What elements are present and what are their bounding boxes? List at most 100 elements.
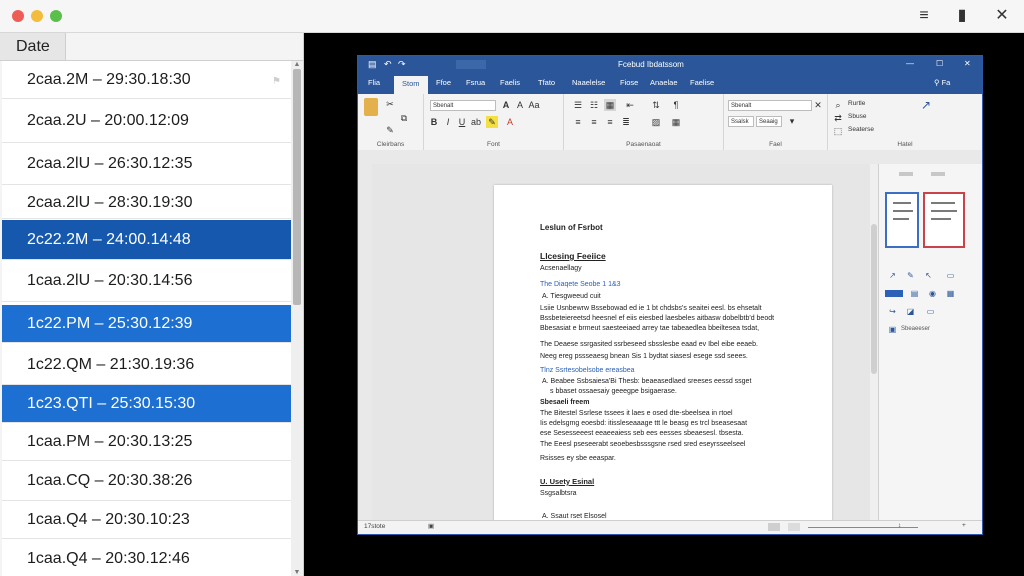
close-icon[interactable]: ✕ xyxy=(991,6,1013,26)
list-item[interactable]: 2caa.2U – 20:00.12:09 xyxy=(2,99,291,143)
bold-icon[interactable]: B xyxy=(428,116,440,128)
date-column-header[interactable]: Date xyxy=(0,33,66,61)
layout-icon[interactable]: ▦ xyxy=(945,288,956,299)
list-scroll-thumb[interactable] xyxy=(293,69,301,305)
minimize-icon[interactable]: — xyxy=(906,59,914,68)
justify-icon[interactable]: ≣ xyxy=(620,116,632,128)
list-item-selected[interactable]: 2c22.2M – 24:00.14:48 xyxy=(2,220,291,260)
text-box-icon[interactable]: ▭ xyxy=(925,306,936,317)
select-label[interactable]: Seaterse xyxy=(848,126,874,133)
list-item[interactable]: 2caa.2lU – 26:30.12:35 xyxy=(2,143,291,185)
font-name-field[interactable]: Sbenalt xyxy=(430,100,496,111)
replace-icon[interactable]: ⇄ xyxy=(832,112,844,124)
replace-label[interactable]: Sbuse xyxy=(848,113,866,120)
list-item[interactable]: 1caa.PM – 20:30.13:25 xyxy=(2,423,291,461)
tab-help[interactable]: Faelise xyxy=(690,78,714,87)
dictate-icon[interactable]: ↗ xyxy=(920,99,932,111)
zoom-slider[interactable] xyxy=(808,527,918,528)
show-marks-icon[interactable]: ¶ xyxy=(670,99,682,111)
draw-icon[interactable]: ↗ xyxy=(887,270,898,281)
list-item[interactable]: 1caa.CQ – 20:30.38:26 xyxy=(2,461,291,501)
style-field[interactable]: Sbenalt xyxy=(728,100,812,111)
tab-references[interactable]: Tfato xyxy=(538,78,555,87)
style-normal-button[interactable]: Ssalsk xyxy=(728,116,754,127)
pane-tab[interactable] xyxy=(899,172,913,176)
tab-review[interactable]: Fiose xyxy=(620,78,638,87)
quick-access-toolbar[interactable] xyxy=(456,60,486,69)
zoom-in-icon[interactable]: + xyxy=(962,522,966,529)
bullets-icon[interactable]: ☰ xyxy=(572,99,584,111)
list-item[interactable]: 1caa.Q4 – 20:30.10:23 xyxy=(2,501,291,539)
highlight-icon[interactable]: ✎ xyxy=(486,116,498,128)
italic-icon[interactable]: I xyxy=(442,116,454,128)
multilevel-list-icon[interactable]: ▦ xyxy=(604,99,616,111)
color-swatch[interactable] xyxy=(885,290,903,297)
read-mode-icon[interactable] xyxy=(768,523,780,531)
change-case-icon[interactable]: Aa xyxy=(528,99,540,111)
list-item[interactable]: 1caa.Q4 – 20:30.12:46 xyxy=(2,539,291,576)
save-icon[interactable]: ▤ xyxy=(368,59,377,70)
align-left-icon[interactable]: ≡ xyxy=(572,116,584,128)
shrink-font-icon[interactable]: A xyxy=(514,99,526,111)
style-gallery-icon[interactable]: ▾ xyxy=(786,115,798,127)
document-scrollbar[interactable] xyxy=(870,164,878,520)
tab-file[interactable]: Flia xyxy=(368,78,380,87)
lasso-icon[interactable]: ↖ xyxy=(923,270,934,281)
pane-tab[interactable] xyxy=(931,172,945,176)
format-painter-icon[interactable]: ✎ xyxy=(384,124,396,136)
list-item-selected[interactable]: 1c23.QTI – 25:30.15:30 xyxy=(2,385,291,423)
style-heading-button[interactable]: Seaaig xyxy=(756,116,782,127)
decrease-indent-icon[interactable]: ⇤ xyxy=(624,99,636,111)
vertical-ruler[interactable] xyxy=(358,164,373,520)
thickness-icon[interactable]: ◉ xyxy=(927,288,938,299)
align-center-icon[interactable]: ≡ xyxy=(588,116,600,128)
print-layout-icon[interactable] xyxy=(788,523,800,531)
info-icon[interactable]: ▮ xyxy=(951,6,973,26)
document-scroll-thumb[interactable] xyxy=(871,224,877,374)
eraser-icon[interactable]: ▭ xyxy=(945,270,956,281)
underline-icon[interactable]: U xyxy=(456,116,468,128)
cut-icon[interactable]: ✂ xyxy=(384,98,396,110)
close-window-button[interactable] xyxy=(12,10,24,22)
redo-icon[interactable]: ↷ xyxy=(398,59,406,70)
highlighter-icon[interactable]: ▤ xyxy=(909,288,920,299)
align-right-icon[interactable]: ≡ xyxy=(604,116,616,128)
list-item[interactable]: 2caa.2lU – 28:30.19:30 xyxy=(2,185,291,219)
list-item[interactable]: 1caa.2lU – 20:30.14:56 xyxy=(2,260,291,302)
tab-layout[interactable]: Faelis xyxy=(500,78,520,87)
paste-icon[interactable] xyxy=(364,98,378,116)
proofing-icon[interactable]: ▣ xyxy=(428,522,434,530)
scroll-up-icon[interactable]: ▲ xyxy=(293,61,301,68)
pen-icon[interactable]: ✎ xyxy=(905,270,916,281)
undo-icon[interactable]: ↶ xyxy=(384,59,392,70)
font-color-icon[interactable]: A xyxy=(504,116,516,128)
scroll-down-icon[interactable]: ▼ xyxy=(293,569,301,576)
grow-font-icon[interactable]: A xyxy=(500,99,512,111)
page-thumbnail[interactable] xyxy=(923,192,965,248)
find-label[interactable]: Rurtle xyxy=(848,100,865,107)
tab-design[interactable]: Fsrua xyxy=(466,78,485,87)
sort-icon[interactable]: ⇅ xyxy=(650,99,662,111)
select-icon[interactable]: ⬚ xyxy=(832,125,844,137)
insert-icon[interactable]: ↪ xyxy=(887,306,898,317)
tab-insert[interactable]: Ffoe xyxy=(436,78,451,87)
tab-home[interactable]: Stom xyxy=(394,76,428,94)
zoom-window-button[interactable] xyxy=(50,10,62,22)
shading-icon[interactable]: ▨ xyxy=(650,116,662,128)
close-icon[interactable]: ✕ xyxy=(964,59,971,68)
list-item[interactable]: 1c22.QM – 21:30.19:36 xyxy=(2,345,291,385)
list-item[interactable]: 2caa.2M – 29:30.18:30 ⚑ xyxy=(2,61,291,99)
document-page[interactable]: Leslun of Fsrbot Llcesing Feeiice Acsena… xyxy=(494,185,832,520)
copy-icon[interactable]: ⧉ xyxy=(398,112,410,124)
list-scrollbar[interactable]: ▲ ▼ xyxy=(291,61,303,576)
numbering-icon[interactable]: ☷ xyxy=(588,99,600,111)
horizontal-ruler[interactable] xyxy=(358,150,982,165)
share-button[interactable]: ⚲ Fa xyxy=(934,78,950,87)
borders-icon[interactable]: ▦ xyxy=(670,116,682,128)
menu-icon[interactable]: ≡ xyxy=(913,6,935,26)
comment-icon[interactable]: ▣ xyxy=(887,324,898,335)
strikethrough-icon[interactable]: ab xyxy=(470,116,482,128)
shape-icon[interactable]: ◪ xyxy=(905,306,916,317)
list-item-selected[interactable]: 1c22.PM – 25:30.12:39 xyxy=(2,305,291,343)
maximize-icon[interactable]: ☐ xyxy=(936,59,943,68)
